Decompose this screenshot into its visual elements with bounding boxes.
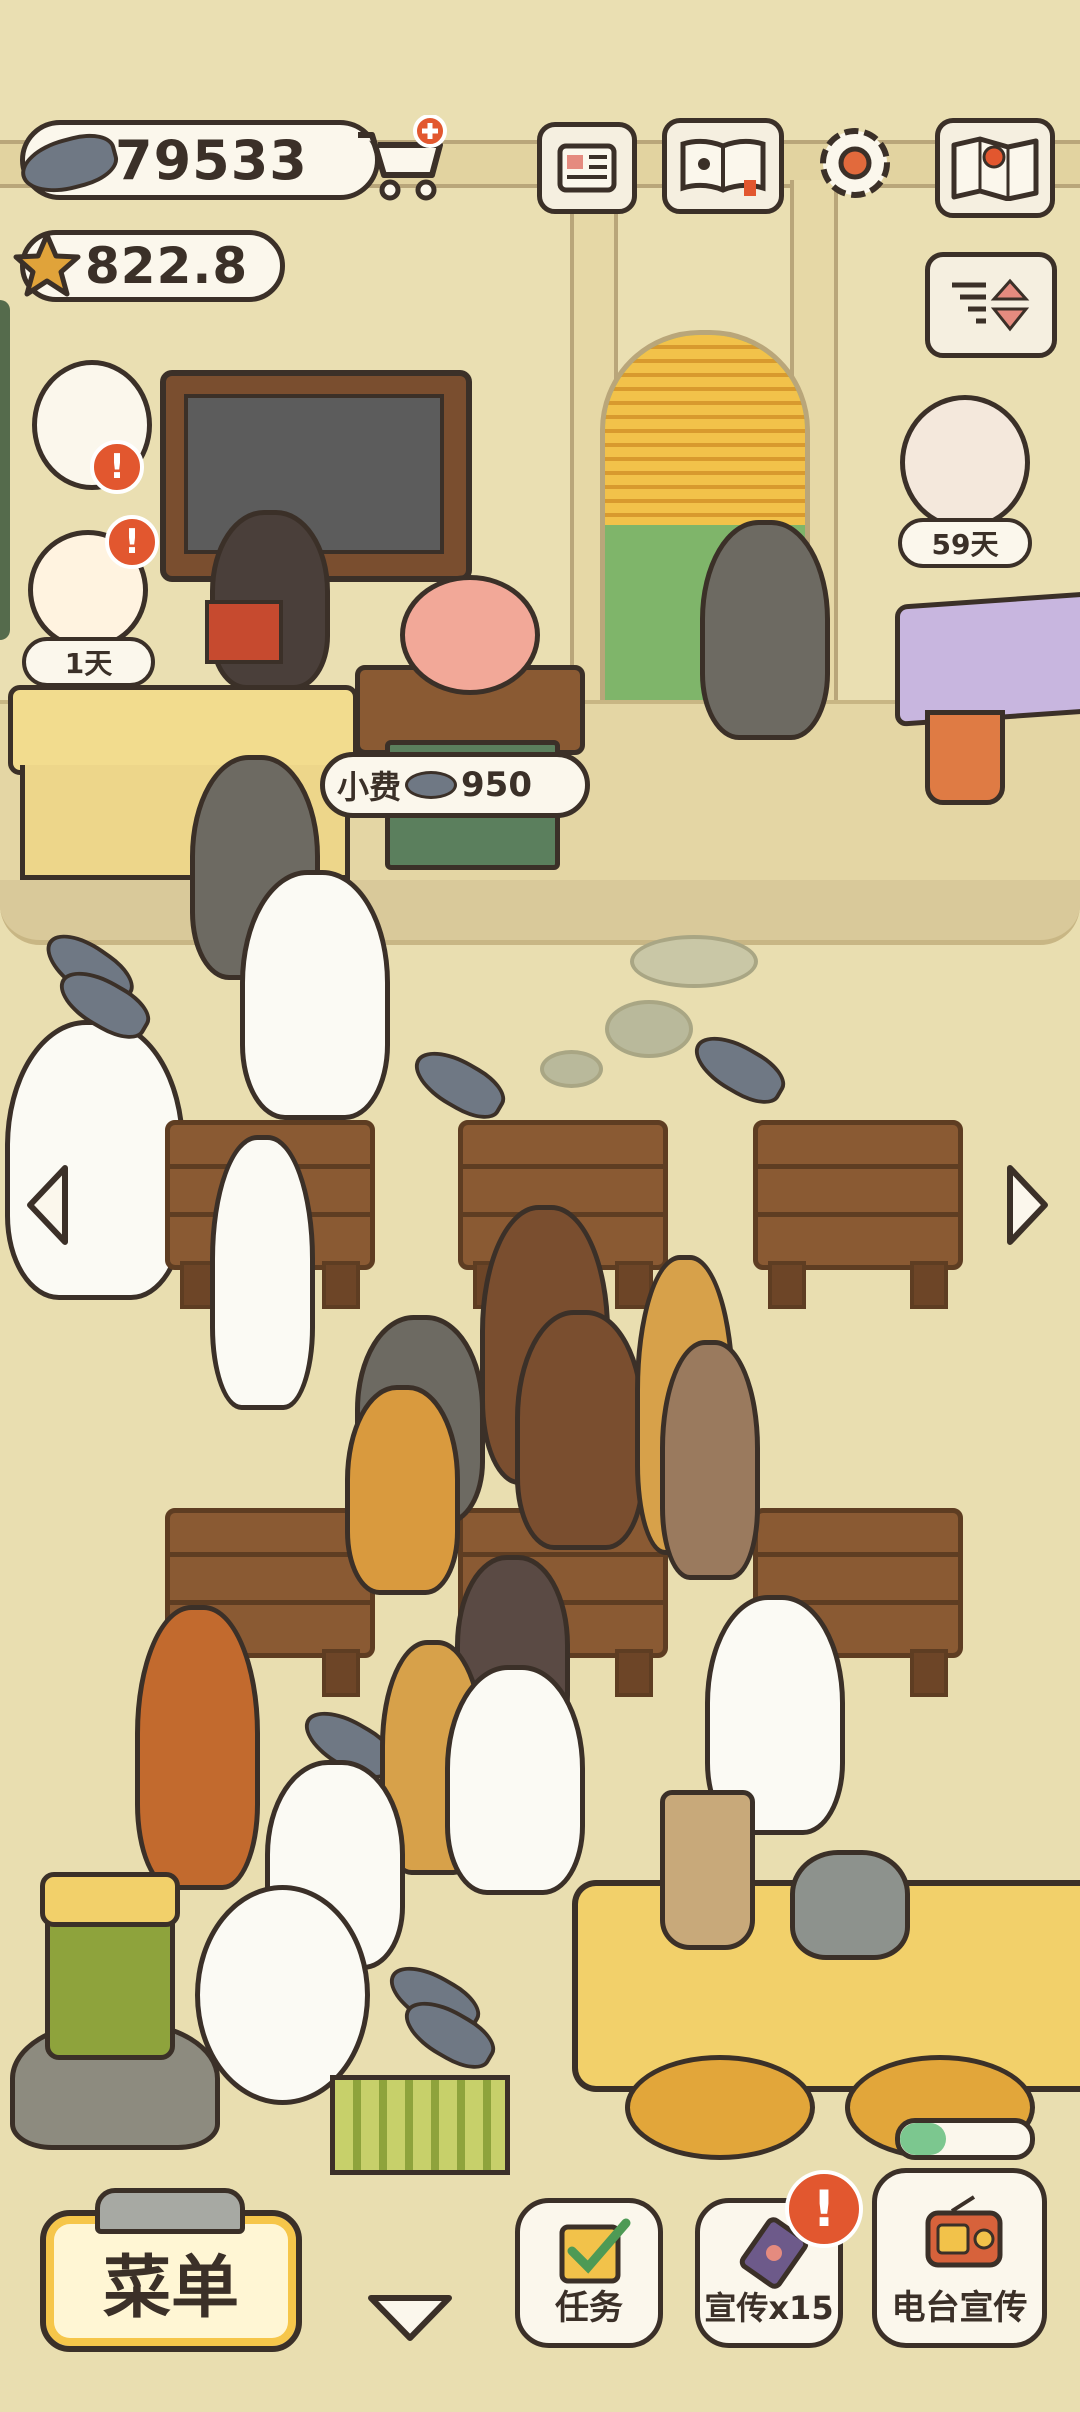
plant-pot: [925, 710, 1005, 805]
cart-icon: [358, 114, 447, 201]
rabbit-guest[interactable]: [660, 1340, 760, 1580]
deer-guest[interactable]: [135, 1605, 260, 1890]
shop-cart-button[interactable]: [350, 114, 450, 205]
tip-bubble[interactable]: 小费 950: [320, 752, 590, 818]
settings-button[interactable]: [805, 115, 905, 211]
tip-amount: 950: [461, 765, 532, 805]
guest-days-label: 1天: [22, 637, 155, 687]
tip-label: 小费: [337, 768, 402, 806]
bear-guest[interactable]: [515, 1310, 645, 1550]
goose-guest[interactable]: [240, 870, 390, 1120]
guest-days-label: 59天: [898, 518, 1032, 568]
map-icon: [951, 136, 1039, 201]
star-currency-value: 822.8: [85, 237, 249, 295]
girl-guest-portrait[interactable]: [900, 395, 1030, 530]
collapse-button[interactable]: [365, 2290, 455, 2345]
corgi-guest[interactable]: [445, 1665, 585, 1895]
stepping-stone: [605, 1000, 693, 1058]
radio-progress-bar: [895, 2118, 1035, 2160]
clipboard-clip: [95, 2188, 245, 2234]
stepping-stone: [630, 935, 758, 988]
floor-edge: [0, 880, 1080, 945]
chalkboard: [184, 394, 444, 554]
scroll-left-button[interactable]: [20, 1160, 80, 1250]
chevron-down-icon: [368, 2295, 452, 2341]
coffee-dripper: [660, 1790, 755, 1950]
barrel-lid: [40, 1872, 180, 1927]
table[interactable]: [753, 1120, 963, 1309]
radio-progress-fill: [900, 2123, 946, 2155]
radio-promote-button[interactable]: 电台宣传: [872, 2168, 1047, 2348]
piggy-bank[interactable]: [400, 575, 540, 695]
rabbit-guest[interactable]: [210, 1135, 315, 1410]
tasks-button[interactable]: 任务: [515, 2198, 663, 2348]
cushion-stool: [625, 2055, 815, 2160]
stepping-stone: [540, 1050, 603, 1088]
news-button[interactable]: [537, 122, 637, 214]
straw-mat: [330, 2075, 510, 2175]
door-blind: [605, 335, 805, 525]
scroll-right-button[interactable]: [995, 1160, 1055, 1250]
side-drawer-handle[interactable]: [0, 300, 10, 640]
fish-icon: [405, 771, 458, 799]
kettle: [790, 1850, 910, 1960]
menu-label: 菜单: [102, 2248, 239, 2328]
news-icon: [557, 143, 617, 193]
map-button[interactable]: [935, 118, 1055, 218]
recipe-book-button[interactable]: [662, 118, 784, 214]
chevron-left-icon: [27, 1165, 68, 1245]
radio-promote-label: 电台宣传: [891, 2288, 1028, 2328]
tabby-cat-guest[interactable]: [345, 1385, 460, 1595]
checklist-icon: [559, 2218, 631, 2284]
sort-arrows-icon: [952, 278, 1030, 332]
radio-icon: [925, 2195, 1003, 2268]
counter-top: [8, 685, 358, 775]
alert-badge: !: [105, 515, 159, 569]
menu-book: [205, 600, 283, 664]
alert-badge: !: [90, 440, 144, 494]
recipe-book-icon: [680, 138, 766, 196]
sort-button[interactable]: [925, 252, 1057, 358]
chevron-right-icon: [1007, 1165, 1048, 1245]
tasks-label: 任务: [555, 2288, 623, 2328]
sheep-guest[interactable]: [195, 1885, 370, 2105]
gear-icon: [820, 128, 890, 198]
star-icon: [13, 232, 81, 297]
display-stand: [895, 591, 1080, 727]
mouse-guest[interactable]: [700, 520, 830, 740]
alert-badge: !: [785, 2170, 863, 2248]
fish-currency-value: 79533: [115, 128, 308, 192]
